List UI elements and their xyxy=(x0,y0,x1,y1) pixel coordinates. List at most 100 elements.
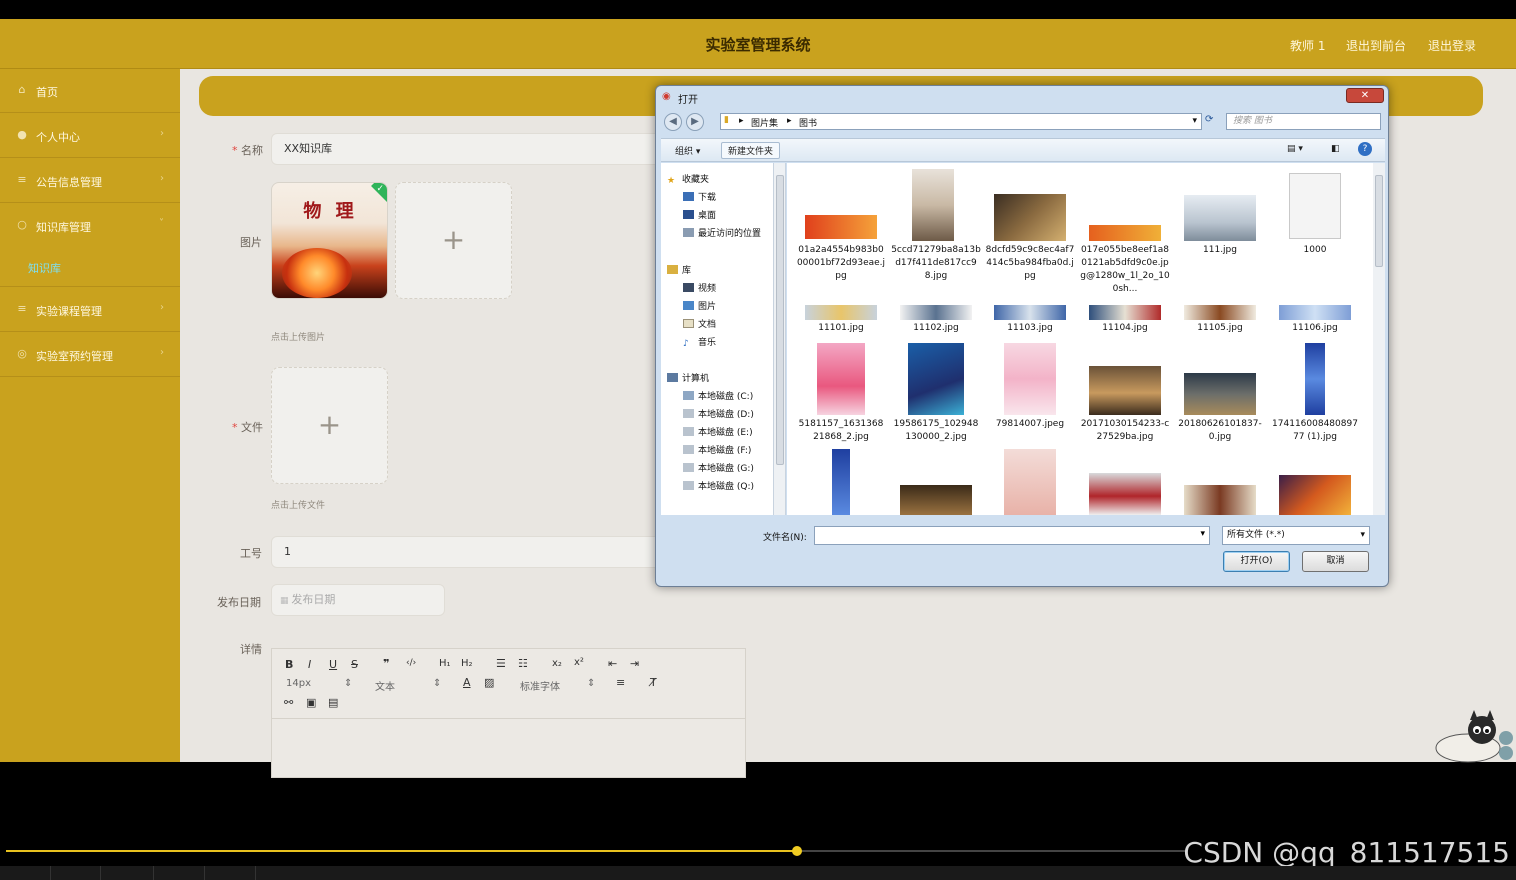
file-name[interactable]: 17411600848089777 (1).jpg xyxy=(1270,418,1360,444)
help-icon[interactable]: ? xyxy=(1358,142,1372,156)
underline-button[interactable]: U xyxy=(329,658,337,671)
italic-button[interactable]: I xyxy=(308,658,311,671)
file-thumbnail[interactable] xyxy=(805,215,877,239)
file-list-scrollbar[interactable] xyxy=(1373,163,1385,515)
nav-drive-c[interactable]: 本地磁盘 (C:) xyxy=(683,389,753,402)
file-thumbnail[interactable] xyxy=(1089,225,1161,241)
ordered-list-button[interactable]: ☰ xyxy=(496,657,506,670)
font-color-button[interactable]: A xyxy=(463,676,471,689)
link-icon[interactable]: ⚯ xyxy=(284,696,293,709)
nav-drive-f[interactable]: 本地磁盘 (F:) xyxy=(683,443,751,456)
file-thumbnail[interactable] xyxy=(1184,485,1256,515)
cancel-button[interactable]: 取消 xyxy=(1302,551,1369,572)
nav-desktop[interactable]: 桌面 xyxy=(683,208,716,221)
heading2-button[interactable]: H₂ xyxy=(461,658,473,669)
file-name[interactable]: 017e055be8eef1a80121ab5dfd9c0e.jpg@1280w… xyxy=(1080,244,1170,296)
sidebar-item-notice[interactable]: ≡ 公告信息管理 › xyxy=(0,159,180,203)
file-thumbnail[interactable] xyxy=(1089,366,1161,415)
nav-drive-e[interactable]: 本地磁盘 (E:) xyxy=(683,425,753,438)
file-name[interactable]: 11105.jpg xyxy=(1175,322,1265,335)
breadcrumb-path-1[interactable]: 图片集 xyxy=(751,116,778,129)
sidebar-item-course[interactable]: ≡ 实验课程管理 › xyxy=(0,288,180,332)
video-progress-handle[interactable] xyxy=(792,846,802,856)
address-bar[interactable]: ▮ ▸ 图片集 ▸ 图书 ▾ xyxy=(720,113,1202,130)
heading1-button[interactable]: H₁ xyxy=(439,658,451,669)
file-upload-button[interactable]: + xyxy=(271,367,388,484)
nav-library[interactable]: 库 xyxy=(667,263,691,276)
name-input[interactable]: XX知识库 xyxy=(271,133,671,165)
logout-link[interactable]: 退出登录 xyxy=(1428,37,1476,54)
organize-button[interactable]: 组织 ▾ xyxy=(675,144,700,157)
bold-button[interactable]: B xyxy=(285,658,293,671)
bullet-list-button[interactable]: ☷ xyxy=(518,657,528,670)
sidebar-item-home[interactable]: ⌂ 首页 xyxy=(0,69,180,113)
subscript-button[interactable]: x₂ xyxy=(552,658,562,669)
scrollbar-thumb[interactable] xyxy=(1375,175,1383,267)
scrollbar-thumb[interactable] xyxy=(776,175,784,465)
file-name[interactable]: 20180626101837-0.jpg xyxy=(1175,418,1265,444)
file-thumbnail[interactable] xyxy=(832,449,850,515)
new-folder-button[interactable]: 新建文件夹 xyxy=(721,142,781,159)
nav-drive-q[interactable]: 本地磁盘 (Q:) xyxy=(683,479,754,492)
file-thumbnail[interactable] xyxy=(994,194,1066,241)
search-input[interactable]: 搜索 图书 xyxy=(1226,113,1381,130)
file-thumbnail[interactable] xyxy=(1184,373,1256,415)
file-name[interactable]: 01a2a4554b983b000001bf72d93eae.jpg xyxy=(796,244,886,283)
video-icon[interactable]: ▤ xyxy=(328,696,338,709)
nav-videos[interactable]: 视频 xyxy=(683,281,716,294)
file-name[interactable]: 79814007.jpeg xyxy=(985,418,1075,431)
sidebar-item-knowledge[interactable]: ○ 知识库管理 ˅ xyxy=(0,204,180,287)
file-name[interactable]: 11104.jpg xyxy=(1080,322,1170,335)
file-thumbnail[interactable] xyxy=(900,305,972,320)
nav-drive-d[interactable]: 本地磁盘 (D:) xyxy=(683,407,754,420)
image-upload-button[interactable]: + xyxy=(395,182,512,299)
job-number-input[interactable]: 1 xyxy=(271,536,671,568)
back-button[interactable]: ◀ xyxy=(664,113,682,131)
forward-button[interactable]: ▶ xyxy=(686,113,704,131)
text-style-select[interactable]: 文本 xyxy=(375,678,395,693)
quote-button[interactable]: ❞ xyxy=(383,657,389,670)
code-button[interactable]: ‹/› xyxy=(406,658,416,668)
nav-downloads[interactable]: 下载 xyxy=(683,190,716,203)
file-name[interactable]: 11103.jpg xyxy=(985,322,1075,335)
file-thumbnail[interactable] xyxy=(1305,343,1325,415)
refresh-icon[interactable]: ⟳ xyxy=(1205,114,1213,125)
file-name[interactable]: 5181157_163136821868_2.jpg xyxy=(796,418,886,444)
indent-button[interactable]: ⇥ xyxy=(630,657,639,670)
file-thumbnail[interactable] xyxy=(912,169,954,241)
clear-format-button[interactable]: T̸ xyxy=(650,676,657,689)
navigation-scrollbar[interactable] xyxy=(774,163,786,515)
image-icon[interactable]: ▣ xyxy=(306,696,316,709)
file-thumbnail[interactable] xyxy=(1089,305,1161,320)
nav-drive-g[interactable]: 本地磁盘 (G:) xyxy=(683,461,754,474)
file-name[interactable]: 1000 xyxy=(1270,244,1360,257)
chevron-down-icon[interactable]: ▾ xyxy=(1192,116,1197,126)
nav-favorites[interactable]: ★ 收藏夹 xyxy=(667,172,709,186)
file-name[interactable]: 19586175_102948130000_2.jpg xyxy=(891,418,981,444)
breadcrumb-path-2[interactable]: 图书 xyxy=(799,116,817,129)
file-thumbnail[interactable] xyxy=(1279,305,1351,320)
file-name[interactable]: 11102.jpg xyxy=(891,322,981,335)
exit-to-frontend-link[interactable]: 退出到前台 xyxy=(1346,37,1406,54)
preview-pane-icon[interactable]: ◧ xyxy=(1331,144,1340,154)
file-name[interactable]: 20171030154233-c27529ba.jpg xyxy=(1080,418,1170,444)
filetype-select[interactable]: 所有文件 (*.*) ▾ xyxy=(1222,526,1370,545)
nav-computer[interactable]: 计算机 xyxy=(667,371,709,384)
file-thumbnail[interactable] xyxy=(1004,449,1056,515)
strike-button[interactable]: S xyxy=(351,658,358,671)
nav-documents[interactable]: 文档 xyxy=(683,317,716,330)
nav-pictures[interactable]: 图片 xyxy=(683,299,716,312)
file-thumbnail[interactable] xyxy=(994,305,1066,320)
file-name[interactable]: 11101.jpg xyxy=(796,322,886,335)
file-thumbnail[interactable] xyxy=(1184,305,1256,320)
close-button[interactable]: ✕ xyxy=(1346,88,1384,103)
file-thumbnail[interactable] xyxy=(1089,473,1161,515)
file-name[interactable]: 5ccd71279ba8a13bd17f411de817cc98.jpg xyxy=(891,244,981,283)
file-thumbnail[interactable] xyxy=(1184,195,1256,241)
align-button[interactable]: ≡ xyxy=(616,676,625,689)
uploaded-image-thumbnail[interactable]: 物 理 ✓ xyxy=(271,182,388,299)
publish-date-input[interactable]: ▦ 发布日期 xyxy=(271,584,445,616)
file-thumbnail[interactable] xyxy=(1279,475,1351,515)
open-button[interactable]: 打开(O) xyxy=(1223,551,1290,572)
outdent-button[interactable]: ⇤ xyxy=(608,657,617,670)
